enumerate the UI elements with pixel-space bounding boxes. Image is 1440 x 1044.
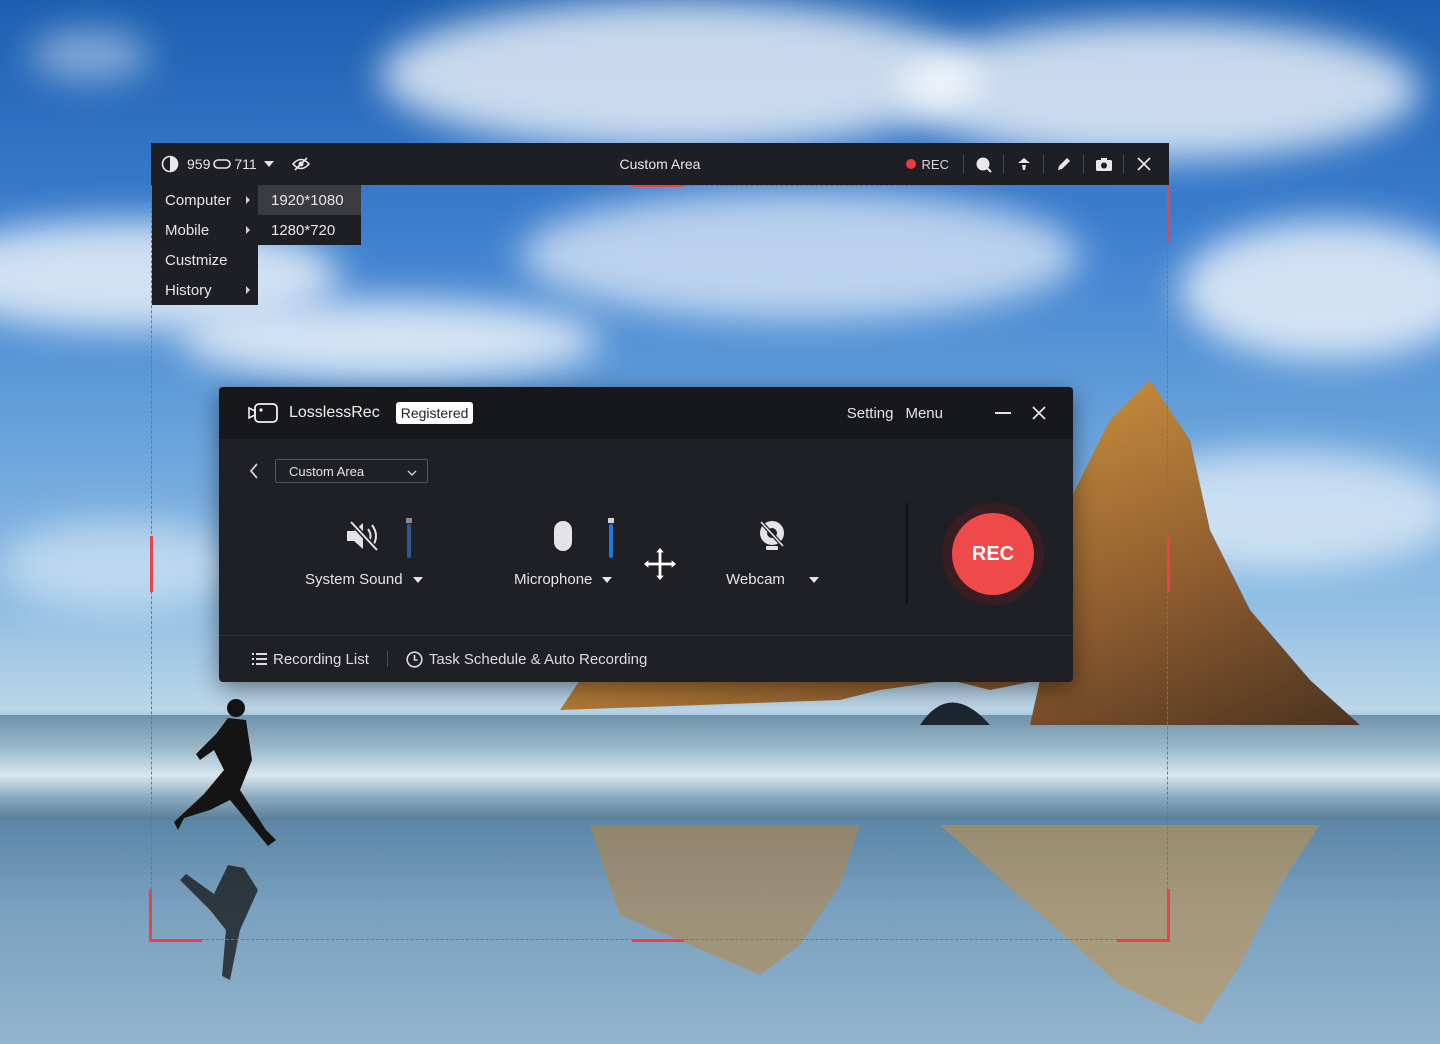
- capture-mode-value: Custom Area: [289, 463, 365, 479]
- chevron-right-icon: [246, 226, 250, 234]
- menu-link[interactable]: Menu: [905, 405, 943, 422]
- hide-eye-icon[interactable]: [291, 157, 310, 171]
- resize-handle-bottom[interactable]: [632, 939, 684, 942]
- menu-item-label: History: [165, 281, 212, 299]
- slider-knob[interactable]: [608, 518, 614, 523]
- resize-handle-top-right[interactable]: [1167, 186, 1170, 241]
- app-name: LosslessRec: [289, 404, 380, 421]
- slider-fill: [609, 524, 613, 558]
- clock-icon: [406, 650, 423, 668]
- recorder-panel: LosslessRec Registered Setting Menu Cust…: [219, 387, 1073, 682]
- capture-mode-select[interactable]: Custom Area: [275, 459, 428, 483]
- minimize-icon[interactable]: [991, 401, 1015, 425]
- slider-fill: [407, 524, 411, 558]
- close-icon[interactable]: [1124, 143, 1163, 185]
- submenu-item-1920x1080[interactable]: 1920*1080: [258, 185, 361, 215]
- webcam-label: Webcam: [726, 571, 785, 588]
- link-icon: [213, 159, 232, 169]
- registered-badge: Registered: [395, 402, 474, 424]
- pen-icon[interactable]: [1044, 143, 1083, 185]
- chevron-down-icon[interactable]: [263, 161, 274, 167]
- menu-item-computer[interactable]: Computer: [152, 185, 258, 215]
- menu-item-label: Computer: [165, 191, 231, 209]
- recording-list-link[interactable]: Recording List: [252, 651, 369, 668]
- contrast-icon[interactable]: [161, 155, 179, 173]
- system-sound-volume-slider[interactable]: [406, 518, 412, 558]
- move-cursor-icon: [641, 545, 679, 588]
- resize-handle-bottom-left[interactable]: [149, 889, 202, 942]
- task-schedule-link[interactable]: Task Schedule & Auto Recording: [406, 651, 647, 668]
- size-preset-menu: Computer Mobile Custmize History: [152, 185, 258, 305]
- close-icon[interactable]: [1027, 401, 1051, 425]
- chevron-down-icon[interactable]: [602, 576, 613, 583]
- system-sound-label: System Sound: [305, 571, 403, 588]
- chevron-down-icon: [407, 464, 417, 479]
- mini-rec-label: REC: [921, 156, 949, 172]
- mini-rec-button[interactable]: REC: [892, 157, 963, 172]
- microphone-control: Microphone: [514, 519, 613, 588]
- rec-button[interactable]: REC: [952, 513, 1034, 595]
- slider-knob[interactable]: [406, 518, 412, 523]
- chevron-right-icon: [246, 196, 250, 204]
- menu-item-label: Custmize: [165, 251, 228, 269]
- list-icon: [252, 653, 267, 665]
- vertical-divider: [906, 503, 908, 603]
- resize-handle-left[interactable]: [150, 536, 153, 592]
- capture-toolbar: 959 711 Custom Area REC: [151, 143, 1169, 185]
- resolution-submenu: 1920*1080 1280*720: [258, 185, 361, 245]
- zoom-icon[interactable]: [964, 143, 1003, 185]
- height-value[interactable]: 711: [234, 156, 256, 172]
- webcam-off-icon[interactable]: [756, 519, 788, 553]
- menu-item-mobile[interactable]: Mobile: [152, 215, 258, 245]
- width-value[interactable]: 959: [187, 156, 210, 172]
- back-icon[interactable]: [249, 463, 259, 479]
- chevron-down-icon[interactable]: [412, 576, 423, 583]
- microphone-volume-slider[interactable]: [608, 518, 614, 558]
- record-dot-icon: [905, 159, 916, 169]
- spotlight-icon[interactable]: [1004, 143, 1043, 185]
- task-schedule-label: Task Schedule & Auto Recording: [428, 650, 648, 668]
- panel-header[interactable]: LosslessRec Registered Setting Menu: [219, 387, 1073, 439]
- microphone-label: Microphone: [514, 571, 593, 588]
- recording-list-label: Recording List: [273, 650, 369, 668]
- rec-button-ring: REC: [942, 503, 1044, 605]
- system-sound-control: System Sound: [305, 519, 423, 588]
- submenu-item-1280x720[interactable]: 1280*720: [258, 215, 361, 245]
- app-logo-icon: [247, 402, 279, 424]
- webcam-control: Webcam: [726, 519, 819, 588]
- panel-footer: Recording List Task Schedule & Auto Reco…: [219, 635, 1073, 682]
- chevron-down-icon[interactable]: [808, 576, 819, 583]
- menu-item-history[interactable]: History: [152, 275, 258, 305]
- menu-item-label: Mobile: [165, 221, 210, 239]
- setting-link[interactable]: Setting: [847, 405, 894, 422]
- chevron-right-icon: [246, 286, 250, 294]
- menu-item-customize[interactable]: Custmize: [152, 245, 258, 275]
- microphone-icon[interactable]: [552, 519, 574, 553]
- camera-screenshot-icon[interactable]: [1084, 143, 1123, 185]
- resize-handle-right[interactable]: [1167, 536, 1170, 592]
- resize-handle-bottom-right[interactable]: [1117, 889, 1170, 942]
- speaker-muted-icon[interactable]: [345, 519, 383, 553]
- dimension-selector[interactable]: 959 711: [187, 156, 274, 172]
